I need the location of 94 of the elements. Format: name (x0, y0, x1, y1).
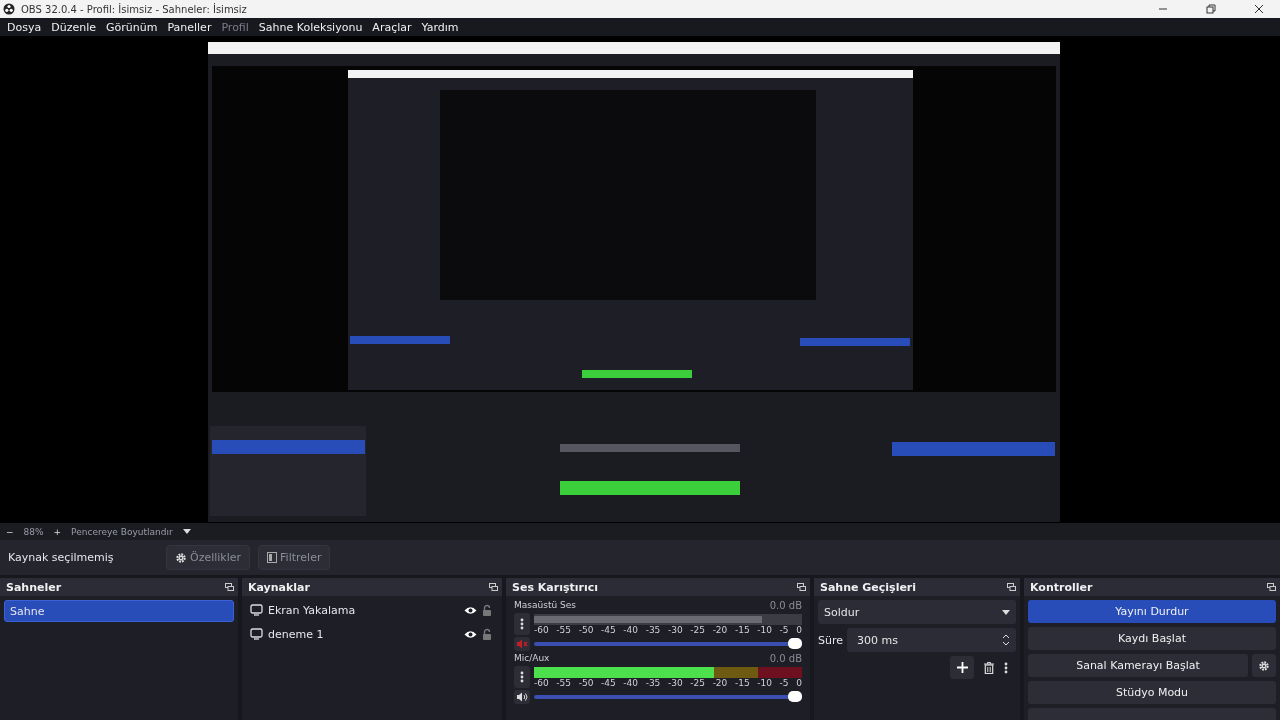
zoom-level: 88% (23, 526, 44, 537)
control-button[interactable]: Stüdyo Modu (1028, 681, 1276, 704)
window-title: OBS 32.0.4 - Profil: İsimsiz - Sahneler: İsimsiz (21, 3, 248, 15)
meter-tick-label: -50 (578, 677, 594, 688)
volume-reading: 0.0 dB (769, 653, 802, 664)
slider-thumb[interactable] (788, 691, 802, 702)
meter-tick-label: 0 (796, 624, 802, 635)
meter-tick-label: -45 (601, 624, 616, 635)
settings-button[interactable] (1252, 654, 1276, 677)
duration-label: Süre (818, 633, 843, 647)
menu-item[interactable]: Sahne Koleksiyonu (253, 20, 368, 34)
monitor-icon (250, 628, 263, 640)
dock-title: Sahne Geçişleri (820, 580, 917, 594)
meter-tick-label: -15 (734, 624, 750, 635)
undock-icon[interactable] (797, 583, 806, 591)
meter-tick-label: -20 (712, 624, 728, 635)
meter-tick-label: -30 (667, 624, 683, 635)
speaker-icon (516, 692, 528, 702)
more-icon (520, 671, 524, 683)
meter-tick-label: -25 (690, 624, 705, 635)
close-icon[interactable] (1253, 3, 1265, 15)
app-logo-icon (3, 3, 15, 15)
meter-tick-label: -45 (601, 677, 616, 688)
dock-title: Sahneler (6, 580, 62, 594)
undock-icon[interactable] (1267, 583, 1276, 591)
meter-tick-label: -35 (645, 677, 661, 688)
source-name[interactable]: deneme 1 (268, 627, 459, 641)
menu-item[interactable]: Dosya (2, 20, 47, 34)
slider-thumb[interactable] (788, 638, 802, 649)
meter-tick-label: 0 (796, 677, 802, 688)
restore-icon[interactable] (1205, 3, 1217, 15)
menu-item[interactable]: Paneller (162, 20, 217, 34)
channel-name: Mic/Aux (514, 653, 550, 664)
meter-tick-label: -35 (645, 624, 661, 635)
menu-item[interactable]: Araçlar (367, 20, 417, 34)
undock-icon[interactable] (225, 583, 234, 591)
more-icon (1004, 661, 1008, 674)
scale-mode-dropdown[interactable]: Pencereye Boyutlandır (71, 526, 173, 537)
muted-speaker-icon (516, 639, 528, 649)
control-button[interactable]: Yayını Durdur (1028, 600, 1276, 623)
dock-title: Kaynaklar (248, 580, 310, 594)
more-icon (520, 618, 524, 630)
eye-icon[interactable] (464, 605, 477, 615)
transition-dropdown[interactable]: Soldur (818, 600, 1016, 624)
zoom-out-button[interactable]: − (6, 526, 14, 537)
control-button[interactable]: Kaydı Başlat (1028, 627, 1276, 650)
dock-title: Kontroller (1030, 580, 1093, 594)
selection-status: Kaynak seçilmemiş (8, 551, 115, 564)
channel-menu-button[interactable] (514, 666, 530, 688)
meter-tick-label: -55 (556, 624, 572, 635)
duration-field[interactable]: 300 ms (847, 628, 1016, 652)
menu-item[interactable]: Yardım (416, 20, 464, 34)
meter-tick-label: -40 (623, 624, 638, 635)
monitor-icon (250, 604, 263, 616)
filters-button[interactable]: Filtreler (258, 545, 331, 570)
mute-button[interactable] (514, 690, 530, 704)
gear-icon (1258, 659, 1270, 672)
meter-tick-label: -40 (623, 677, 638, 688)
dock-title: Ses Karıştırıcı (512, 580, 598, 594)
trash-icon[interactable] (984, 661, 994, 674)
undock-icon[interactable] (1007, 583, 1016, 591)
undock-icon[interactable] (489, 583, 498, 591)
meter-tick-label: -5 (779, 624, 789, 635)
meter-tick-label: -55 (556, 677, 572, 688)
properties-button[interactable]: Özellikler (166, 545, 251, 570)
control-button[interactable]: Sanal Kamerayı Başlat (1028, 654, 1248, 677)
menu-item[interactable]: Görünüm (100, 20, 163, 34)
spinner-icon[interactable] (1002, 633, 1010, 647)
meter-tick-label: -60 (534, 677, 549, 688)
menu-item[interactable]: Düzenle (46, 20, 101, 34)
add-button[interactable] (950, 656, 974, 679)
meter-tick-label: -25 (690, 677, 705, 688)
meter-tick-label: -60 (534, 624, 549, 635)
zoom-in-button[interactable]: + (53, 526, 62, 537)
gear-icon (175, 551, 187, 564)
caret-icon[interactable] (182, 529, 191, 534)
meter-tick-label: -50 (578, 624, 594, 635)
lock-icon[interactable] (482, 604, 492, 616)
source-name[interactable]: Ekran Yakalama (268, 603, 459, 617)
meter-tick-label: -20 (712, 677, 728, 688)
channel-name: Masaüstü Ses (514, 600, 576, 611)
lock-icon[interactable] (482, 628, 492, 640)
volume-reading: 0.0 dB (769, 600, 802, 611)
eye-icon[interactable] (464, 629, 477, 639)
caret-icon (1002, 609, 1010, 615)
plus-icon (956, 662, 968, 673)
meter-tick-label: -30 (667, 677, 683, 688)
meter-tick-label: -10 (757, 677, 772, 688)
scene-item[interactable]: Sahne (4, 600, 234, 622)
meter-tick-label: -5 (779, 677, 789, 688)
meter-tick-label: -15 (734, 677, 750, 688)
meter-tick-label: -10 (757, 624, 772, 635)
filter-icon (267, 552, 278, 563)
channel-menu-button[interactable] (514, 613, 530, 635)
